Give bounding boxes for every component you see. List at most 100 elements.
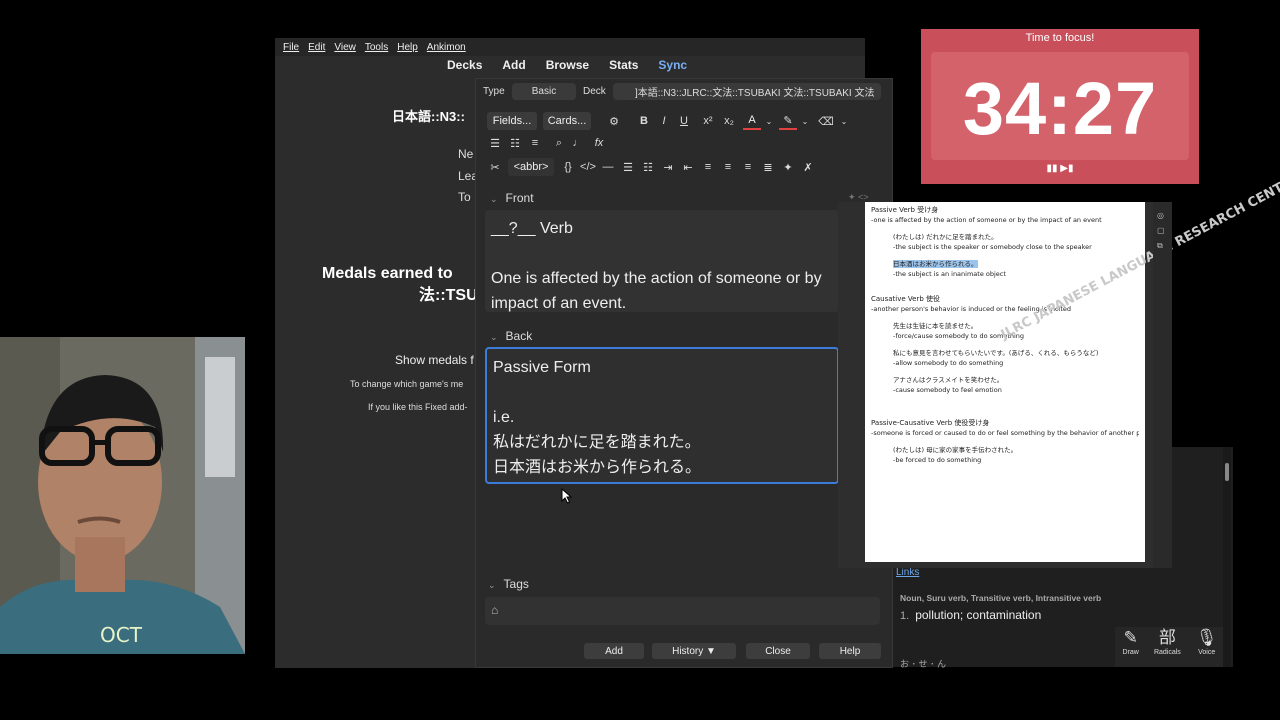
show-medals-text: Show medals f: [395, 353, 474, 367]
highlight-icon[interactable]: ✎: [779, 112, 797, 130]
front-label-text: Front: [505, 191, 534, 205]
microphone-icon[interactable]: ♩: [569, 134, 587, 152]
passive-example-1-desc: -the subject is the speaker or somebody …: [893, 242, 1092, 251]
formula-icon[interactable]: fx: [590, 134, 608, 152]
browse-link[interactable]: Browse: [546, 58, 589, 78]
timer-panel: 34:27: [931, 52, 1189, 160]
horizontal-rule-icon[interactable]: —: [599, 158, 617, 176]
help-button[interactable]: Help: [819, 643, 881, 659]
subscript-icon[interactable]: x₂: [720, 112, 738, 130]
menu-file[interactable]: File: [283, 42, 299, 53]
underline-icon[interactable]: U: [675, 112, 693, 130]
voice-tool[interactable]: 🎙 Voice: [1196, 627, 1218, 667]
links-link[interactable]: Links: [896, 567, 919, 578]
history-button[interactable]: History ▼: [652, 643, 736, 659]
tags-input[interactable]: ⌂: [485, 597, 880, 625]
pdf-sidebar-icons: ◎ ▢ ⧉: [1157, 208, 1165, 253]
front-field-label[interactable]: ⌄ Front: [490, 191, 534, 205]
copy-icon[interactable]: ⧉: [1157, 238, 1165, 253]
code-icon[interactable]: </>: [579, 158, 597, 176]
back-label-text: Back: [505, 329, 533, 343]
stats-link[interactable]: Stats: [609, 58, 638, 78]
svg-text:OCT: OCT: [100, 623, 143, 647]
passive-example-1: (わたしは) だれかに足を踏まれた。: [893, 233, 998, 241]
menu-bar: File Edit View Tools Help Ankimon: [275, 38, 865, 56]
italic-icon[interactable]: I: [655, 112, 673, 130]
bold-icon[interactable]: B: [635, 112, 653, 130]
settings-icon[interactable]: ◎: [1157, 208, 1165, 223]
chevron-down-icon[interactable]: ⌄: [488, 580, 496, 590]
numbered-list-icon[interactable]: ☷: [639, 158, 657, 176]
note-type-selector[interactable]: Basic: [512, 83, 576, 100]
add-link[interactable]: Add: [502, 58, 525, 78]
draw-label: Draw: [1122, 649, 1139, 656]
microphone-icon: 🎙: [1195, 628, 1218, 647]
bookmark-icon[interactable]: ▢: [1157, 223, 1165, 238]
tags-label-text: Tags: [503, 577, 529, 591]
causative-example-3-desc: -cause somebody to feel emotion: [893, 385, 1002, 394]
front-text-line3: impact of an event.: [491, 295, 627, 312]
draw-tool[interactable]: ✎ Draw: [1123, 627, 1139, 667]
superscript-icon[interactable]: x²: [699, 112, 717, 130]
timer-title: Time to focus!: [1025, 32, 1095, 44]
radicals-tool[interactable]: 部 Radicals: [1154, 627, 1181, 667]
menu-view[interactable]: View: [334, 42, 356, 53]
tags-label[interactable]: ⌄ Tags: [488, 577, 529, 591]
deck-selector[interactable]: ]本語::N3::JLRC::文法::TSUBAKI 文法::TSUBAKI 文…: [613, 83, 881, 100]
menu-tools[interactable]: Tools: [365, 42, 388, 53]
radical-icon: 部: [1158, 628, 1176, 647]
align-justify-icon[interactable]: ≣: [759, 158, 777, 176]
decks-link[interactable]: Decks: [447, 58, 482, 78]
close-button[interactable]: Close: [746, 643, 810, 659]
indent-icon[interactable]: ⇥: [659, 158, 677, 176]
chevron-down-icon[interactable]: ⌄: [796, 112, 814, 130]
align-left-icon[interactable]: ≡: [719, 158, 737, 176]
cards-button[interactable]: Cards...: [543, 112, 591, 130]
dictionary-tools: ✎ Draw 部 Radicals 🎙 Voice: [1115, 627, 1225, 667]
abbr-button[interactable]: <abbr>: [508, 158, 554, 176]
chevron-down-icon[interactable]: ⌄: [490, 332, 498, 342]
align-center-icon[interactable]: ≡: [699, 158, 717, 176]
ordered-list-icon[interactable]: ☷: [506, 134, 524, 152]
braces-icon[interactable]: {}: [559, 158, 577, 176]
menu-edit[interactable]: Edit: [308, 42, 325, 53]
dictionary-scrollbar[interactable]: [1223, 447, 1231, 667]
unordered-list-icon[interactable]: ☰: [486, 134, 504, 152]
text-color-icon[interactable]: A: [743, 112, 761, 130]
eraser-icon[interactable]: ⌫: [817, 112, 835, 130]
add-note-dialog: Type Basic Deck ]本語::N3::JLRC::文法::TSUBA…: [475, 78, 893, 668]
back-text-line1: Passive Form: [493, 359, 591, 376]
menu-ankimon[interactable]: Ankimon: [427, 42, 466, 53]
bullet-list-icon[interactable]: ☰: [619, 158, 637, 176]
pdf-page: Passive Verb 受け身 -one is affected by the…: [865, 171, 1280, 562]
gear-icon[interactable]: ⚙: [605, 112, 623, 130]
more-text: お ･ せ ･ ん: [900, 659, 947, 669]
deck-title: 日本語::N3::: [392, 109, 465, 124]
front-field-editor[interactable]: __?__ Verb One is affected by the action…: [485, 210, 839, 312]
definition-number: 1.: [900, 610, 910, 622]
passive-desc: -one is affected by the action of someon…: [871, 215, 1102, 224]
add-button[interactable]: Add: [584, 643, 644, 659]
sync-link[interactable]: Sync: [658, 58, 687, 78]
align-icon[interactable]: ≡: [526, 134, 544, 152]
back-field-editor[interactable]: Passive Form i.e. 私はだれかに足を踏まれた。 日本酒はお米から…: [485, 347, 839, 484]
outdent-icon[interactable]: ⇤: [679, 158, 697, 176]
chevron-down-icon[interactable]: ⌄: [835, 112, 853, 130]
attachment-icon[interactable]: ⌕: [550, 134, 568, 152]
cloze-icon[interactable]: ✗: [799, 158, 817, 176]
chevron-down-icon[interactable]: ⌄: [760, 112, 778, 130]
magic-icon[interactable]: ✦: [779, 158, 797, 176]
medals-title-line2: 法::TSU: [419, 287, 478, 304]
chevron-down-icon[interactable]: ⌄: [490, 194, 498, 204]
fields-button[interactable]: Fields...: [487, 112, 537, 130]
align-right-icon[interactable]: ≡: [739, 158, 757, 176]
scrollbar-thumb[interactable]: [1225, 463, 1229, 481]
pdf-sidebar: ◎ ▢ ⧉: [1153, 202, 1172, 568]
new-count-label: Ne: [458, 147, 474, 161]
timer-controls[interactable]: ▮▮ ▶▮: [921, 163, 1199, 174]
menu-help[interactable]: Help: [397, 42, 418, 53]
passive-example-2-wrap: 日本酒はお米から作られる。: [871, 260, 1139, 270]
back-field-label[interactable]: ⌄ Back: [490, 329, 532, 343]
clear-format-icon[interactable]: ✂: [486, 158, 504, 176]
part-of-speech: Noun, Suru verb, Transitive verb, Intran…: [900, 593, 1102, 603]
